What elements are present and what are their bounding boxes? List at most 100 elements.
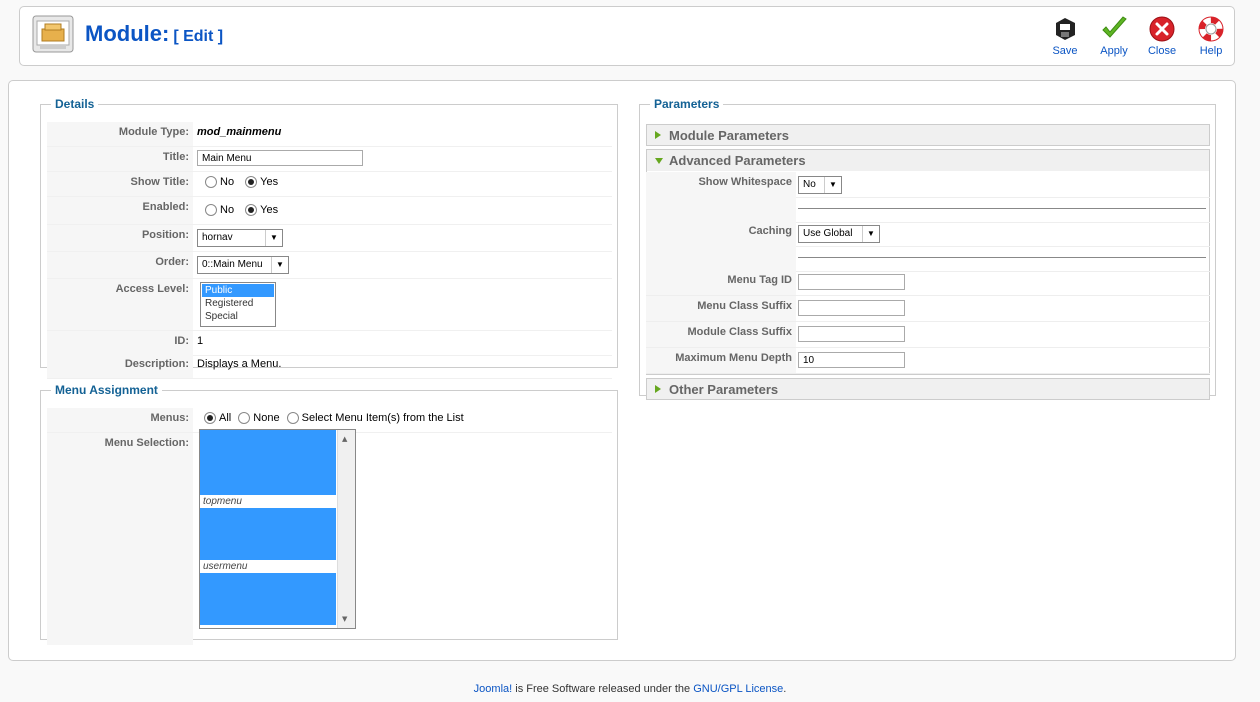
row-show-whitespace: Show Whitespace No ▼ xyxy=(646,172,1210,198)
module-class-suffix-input[interactable] xyxy=(798,326,905,342)
help-button[interactable]: Help xyxy=(1189,15,1233,63)
row-module-class-suffix: Module Class Suffix xyxy=(646,322,1210,348)
close-label: Close xyxy=(1147,45,1177,57)
access-option-public[interactable]: Public xyxy=(202,284,274,297)
chevron-down-icon: ▼ xyxy=(862,226,879,242)
scroll-down-icon[interactable]: ▼ xyxy=(342,615,347,623)
chevron-down-icon: ▼ xyxy=(265,230,282,246)
list-item[interactable] xyxy=(200,430,336,443)
menu-selection-listbox[interactable]: topmenu usermenu ▲ ▼ xyxy=(199,429,356,629)
list-item[interactable] xyxy=(200,586,336,599)
page-subtitle: [ Edit ] xyxy=(173,28,224,45)
caching-select[interactable]: Use Global ▼ xyxy=(798,225,880,243)
menu-class-suffix-input[interactable] xyxy=(798,300,905,316)
module-class-suffix-label: Module Class Suffix xyxy=(646,322,796,347)
row-caching: Caching Use Global ▼ xyxy=(646,221,1210,247)
row-show-title: Show Title: No Yes xyxy=(47,172,612,197)
enabled-yes-label: Yes xyxy=(260,204,279,217)
group-topmenu: topmenu xyxy=(200,495,336,508)
caching-label: Caching xyxy=(646,221,796,246)
show-title-yes-radio[interactable] xyxy=(245,176,258,189)
footer-end: . xyxy=(783,683,787,695)
menus-select-radio[interactable] xyxy=(286,412,299,425)
parameters-fieldset: Parameters Module Parameters Advanced Pa… xyxy=(639,97,1216,400)
parameters-legend: Parameters xyxy=(654,97,720,111)
details-legend: Details xyxy=(55,97,95,111)
group-usermenu: usermenu xyxy=(200,560,336,573)
show-title-label: Show Title: xyxy=(47,172,193,196)
description-label: Description: xyxy=(47,354,193,378)
enabled-no-radio[interactable] xyxy=(205,204,217,217)
enabled-yes-radio[interactable] xyxy=(245,204,258,217)
list-item[interactable] xyxy=(200,508,336,521)
id-label: ID: xyxy=(47,331,193,355)
row-title: Title: Main Menu xyxy=(47,147,612,172)
chevron-down-icon: ▼ xyxy=(271,257,288,273)
list-item[interactable] xyxy=(200,443,336,456)
show-whitespace-select[interactable]: No ▼ xyxy=(798,176,842,194)
footer-text: is Free Software released under the xyxy=(512,683,694,695)
close-button[interactable]: Close xyxy=(1140,15,1184,63)
row-enabled: Enabled: No Yes xyxy=(47,197,612,225)
description-value: Displays a Menu. xyxy=(197,358,282,370)
save-label: Save xyxy=(1052,45,1078,57)
listbox-scrollbar[interactable]: ▲ ▼ xyxy=(337,430,355,628)
list-item[interactable] xyxy=(200,599,336,612)
module-icon xyxy=(32,15,74,53)
show-whitespace-label: Show Whitespace xyxy=(646,172,796,197)
row-spacer-2 xyxy=(646,246,1210,272)
menus-all-radio[interactable] xyxy=(204,412,216,425)
position-select[interactable]: hornav ▼ xyxy=(197,229,283,247)
row-position: Position: hornav ▼ xyxy=(47,225,612,252)
row-max-menu-depth: Maximum Menu Depth 10 xyxy=(646,348,1210,374)
row-description: Description: Displays a Menu. xyxy=(47,354,612,379)
row-spacer-1 xyxy=(646,197,1210,223)
license-link[interactable]: GNU/GPL License xyxy=(693,683,783,695)
access-option-special[interactable]: Special xyxy=(202,310,274,323)
expand-arrow-icon xyxy=(655,131,661,139)
show-title-no-label: No xyxy=(220,176,235,189)
list-item[interactable] xyxy=(200,456,336,469)
row-access-level: Access Level: Public Registered Special xyxy=(47,279,612,331)
joomla-link[interactable]: Joomla! xyxy=(474,683,513,695)
enabled-label: Enabled: xyxy=(47,197,193,224)
max-depth-label: Maximum Menu Depth xyxy=(646,348,796,373)
apply-button[interactable]: Apply xyxy=(1092,15,1136,63)
lifebuoy-icon xyxy=(1198,16,1224,42)
menus-none-radio[interactable] xyxy=(238,412,251,425)
max-depth-input[interactable]: 10 xyxy=(798,352,905,368)
other-parameters-toggle[interactable]: Other Parameters xyxy=(646,378,1210,400)
close-icon xyxy=(1149,16,1175,42)
scroll-up-icon[interactable]: ▲ xyxy=(342,435,347,443)
list-item[interactable] xyxy=(200,573,336,586)
position-label: Position: xyxy=(47,225,193,251)
divider xyxy=(798,257,1206,258)
menu-class-suffix-label: Menu Class Suffix xyxy=(646,296,796,321)
advanced-parameters-toggle[interactable]: Advanced Parameters xyxy=(646,149,1210,171)
title-label: Title: xyxy=(47,147,193,171)
order-select[interactable]: 0::Main Menu ▼ xyxy=(197,256,289,274)
title-input[interactable]: Main Menu xyxy=(197,150,363,166)
list-item[interactable] xyxy=(200,469,336,482)
row-module-type: Module Type: mod_mainmenu xyxy=(47,122,612,147)
spacer-label xyxy=(646,197,796,222)
spacer-label xyxy=(646,246,796,271)
list-item[interactable] xyxy=(200,547,336,560)
list-item[interactable] xyxy=(200,521,336,534)
module-type-value: mod_mainmenu xyxy=(197,126,282,138)
row-order: Order: 0::Main Menu ▼ xyxy=(47,252,612,279)
show-title-no-radio[interactable] xyxy=(205,176,217,189)
toolbar: Module:[ Edit ] Save Apply Close Help xyxy=(19,6,1235,66)
access-level-label: Access Level: xyxy=(47,279,193,330)
list-item[interactable] xyxy=(200,612,336,625)
module-parameters-toggle[interactable]: Module Parameters xyxy=(646,124,1210,146)
page-title: Module:[ Edit ] xyxy=(85,21,223,47)
show-whitespace-value: No xyxy=(803,179,816,190)
menu-tag-id-input[interactable] xyxy=(798,274,905,290)
list-item[interactable] xyxy=(200,482,336,495)
advanced-parameters-label: Advanced Parameters xyxy=(669,153,806,168)
save-button[interactable]: Save xyxy=(1043,15,1087,63)
access-level-listbox[interactable]: Public Registered Special xyxy=(200,282,276,327)
list-item[interactable] xyxy=(200,534,336,547)
access-option-registered[interactable]: Registered xyxy=(202,297,274,310)
